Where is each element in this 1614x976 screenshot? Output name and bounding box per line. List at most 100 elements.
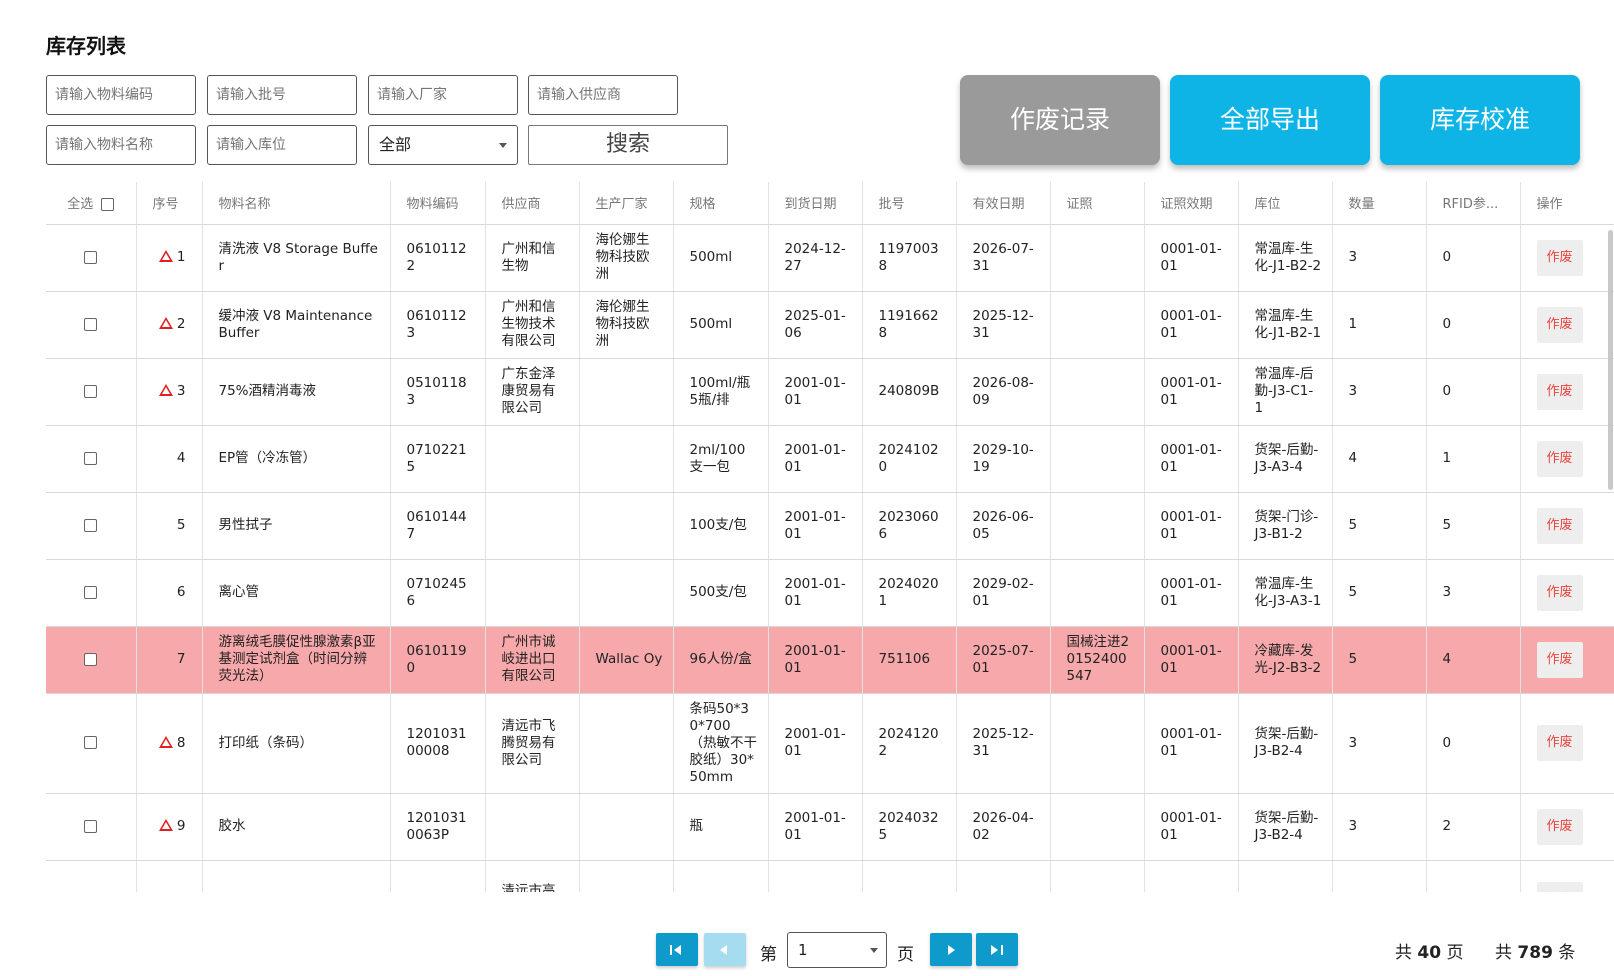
table-row[interactable]: 6 离心管 07102456 500支/包 2001-01-01 20240201 2029…: [46, 559, 1614, 627]
table-row[interactable]: 7 游离绒毛膜促性腺激素β亚基测定试剂盒（时间分辨荧光法） 06101190 广州市诚…: [46, 626, 1614, 694]
row-checkbox[interactable]: [84, 317, 98, 331]
page-select[interactable]: 1: [787, 932, 887, 968]
row-checkbox[interactable]: [84, 250, 98, 264]
header-license: 证照: [1050, 182, 1145, 225]
row-select-cell[interactable]: [46, 224, 137, 292]
cell-arrival: 2025-01-06: [768, 291, 863, 359]
cell-manufacturer: [579, 793, 674, 861]
header-license-expiry: 证照效期: [1144, 182, 1239, 225]
table-row[interactable]: 2 缓冲液 V8 Maintenance Buffer 06101123 广州和信生物…: [46, 291, 1614, 359]
cell-arrival: 2001-01-01: [768, 793, 863, 861]
cell-batch: 11916628: [862, 291, 957, 359]
cell-manufacturer: [579, 492, 674, 560]
warning-icon: [158, 250, 173, 262]
cell-qty: 3: [1332, 358, 1427, 426]
cell-license-expiry: 0001-01-01: [1144, 358, 1239, 426]
material-name-input[interactable]: [46, 125, 196, 165]
cell-code: 07102215: [390, 425, 486, 493]
void-button[interactable]: 作废: [1536, 574, 1583, 611]
row-checkbox[interactable]: [84, 384, 98, 398]
row-index: 1: [136, 224, 203, 292]
page-suffix: 页: [897, 945, 914, 965]
total-items: 共 789 条: [1495, 943, 1576, 963]
status-select[interactable]: 全部: [368, 125, 518, 165]
export-all-button[interactable]: 全部导出: [1170, 75, 1370, 165]
table-row[interactable]: 9 胶水 12010310063P 瓶 2001-01-01 20240325 2026-0…: [46, 793, 1614, 861]
supplier-input[interactable]: [528, 75, 678, 115]
last-page-icon: [991, 945, 998, 955]
void-log-button[interactable]: 作废记录: [960, 75, 1160, 165]
cell-spec: 100支/包: [673, 492, 769, 560]
select-all-header[interactable]: 全选: [46, 182, 137, 225]
location-input[interactable]: [207, 125, 357, 165]
cell-expiry: 2029-02-01: [956, 559, 1051, 627]
row-index: 7: [136, 626, 203, 694]
row-select-cell[interactable]: [46, 626, 137, 694]
table-row[interactable]: 1 清洗液 V8 Storage Buffer 06101122 广州和信生物 海伦娜生…: [46, 224, 1614, 292]
cell-arrival: 2001-01-01: [768, 492, 863, 560]
manufacturer-input[interactable]: [368, 75, 518, 115]
row-checkbox[interactable]: [84, 451, 98, 465]
row-select-cell[interactable]: [46, 793, 137, 861]
row-checkbox[interactable]: [84, 518, 98, 532]
row-index: 10: [136, 860, 203, 892]
last-page-button[interactable]: [976, 933, 1018, 966]
row-index: 8: [136, 693, 203, 794]
table-scrollbar[interactable]: [1608, 230, 1613, 490]
cell-expiry: 2025-07-01: [956, 626, 1051, 694]
row-checkbox[interactable]: [84, 819, 98, 833]
row-select-cell[interactable]: [46, 693, 137, 794]
select-all-checkbox[interactable]: [101, 198, 115, 212]
void-button[interactable]: 作废: [1536, 373, 1583, 410]
header-batch: 批号: [862, 182, 957, 225]
header-qty: 数量: [1332, 182, 1427, 225]
cell-license-expiry: 0001-01-: [1144, 860, 1239, 892]
void-button[interactable]: 作废: [1536, 725, 1583, 761]
header-location: 库位: [1238, 182, 1333, 225]
row-select-cell[interactable]: [46, 860, 137, 892]
row-select-cell[interactable]: [46, 291, 137, 359]
row-checkbox[interactable]: [84, 736, 98, 749]
cell-code: 1201031: [390, 860, 486, 892]
prev-page-button[interactable]: [704, 933, 746, 966]
void-button[interactable]: 作废: [1536, 306, 1583, 343]
row-select-cell[interactable]: [46, 492, 137, 560]
row-checkbox[interactable]: [84, 652, 98, 666]
void-button[interactable]: 作废: [1536, 239, 1583, 276]
cell-spec: 条码50*30*700（热敏不干胶纸）30*50mm: [673, 693, 769, 794]
row-select-cell[interactable]: [46, 358, 137, 426]
material-code-input[interactable]: [46, 75, 196, 115]
row-checkbox[interactable]: [84, 585, 98, 599]
first-page-button[interactable]: [656, 933, 698, 966]
cell-manufacturer: [579, 425, 674, 493]
next-page-button[interactable]: [930, 933, 972, 966]
cell-spec: 500支/包: [673, 559, 769, 627]
cell-batch: 20241020: [862, 425, 957, 493]
cell-location: 货架-门诊-J3-B1-2: [1238, 492, 1333, 560]
void-button[interactable]: 作废: [1536, 507, 1583, 544]
row-select-cell[interactable]: [46, 559, 137, 627]
cell-rfid: [1426, 860, 1521, 892]
table-row[interactable]: 10 1201031清远市高维电子商 A4 80g 52001-01-2025012…: [46, 860, 1614, 892]
cell-expiry: 2025-12-31: [956, 693, 1051, 794]
table-row[interactable]: 4 EP管（冷冻管） 07102215 2ml/100支一包 2001-01-01 202…: [46, 425, 1614, 493]
calibrate-inventory-button[interactable]: 库存校准: [1380, 75, 1580, 165]
void-button[interactable]: 作废: [1536, 882, 1583, 892]
cell-op: 作废: [1520, 559, 1614, 627]
cell-manufacturer: [579, 559, 674, 627]
cell-spec: 100ml/瓶5瓶/排: [673, 358, 769, 426]
void-button[interactable]: 作废: [1536, 641, 1583, 678]
cell-qty: 3: [1332, 224, 1427, 292]
cell-qty: 3: [1332, 693, 1427, 794]
table-row[interactable]: 3 75%酒精消毒液 05101183 广东金泽康贸易有限公司 100ml/瓶5瓶/排 2…: [46, 358, 1614, 426]
header-op: 操作: [1520, 182, 1614, 225]
batch-input[interactable]: [207, 75, 357, 115]
search-button[interactable]: 搜索: [528, 125, 728, 165]
cell-expiry: 2026-08-09: [956, 358, 1051, 426]
row-select-cell[interactable]: [46, 425, 137, 493]
table-row[interactable]: 5 男性拭子 06101447 100支/包 2001-01-01 20230606 202…: [46, 492, 1614, 560]
void-button[interactable]: 作废: [1536, 440, 1583, 477]
table-row[interactable]: 8 打印纸（条码） 120103100008 清远市飞腾贸易有限公司 条码50*30*7…: [46, 693, 1614, 794]
void-button[interactable]: 作废: [1536, 808, 1583, 845]
cell-license: [1050, 492, 1145, 560]
